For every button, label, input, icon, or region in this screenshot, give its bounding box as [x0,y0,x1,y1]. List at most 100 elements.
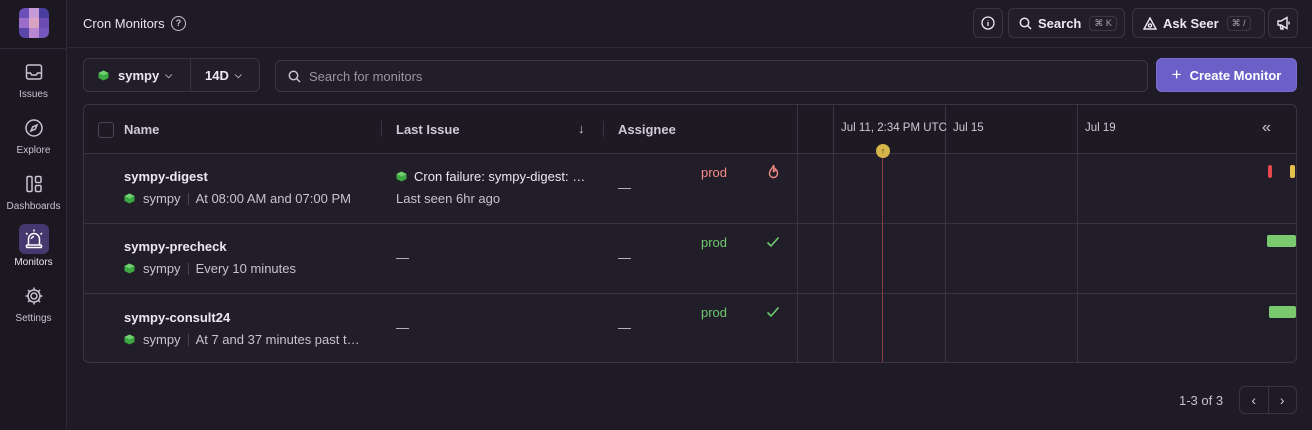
last-issue-value: — [396,320,409,335]
monitor-name[interactable]: sympy-digest [124,169,208,184]
gear-icon [20,282,48,310]
project-name: sympy [143,191,181,206]
monitor-project: sympy Every 10 minutes [124,261,296,276]
info-button[interactable] [973,8,1003,38]
ask-seer-label: Ask Seer [1163,15,1219,31]
timeline-label: Jul 19 [1085,122,1116,134]
timeline-label: Jul 15 [953,122,984,134]
pagination: ‹ › [1239,386,1297,414]
project-filter-button[interactable]: sympy ⌵ [84,59,191,91]
plus-icon: + [1171,65,1182,84]
divider [187,333,189,346]
project-cube-icon [98,70,109,80]
ask-seer-button[interactable]: Ask Seer ⌘ / [1132,8,1265,38]
sidebar-item-label: Monitors [14,257,53,268]
issue-last-seen: Last seen 6hr ago [396,191,501,206]
project-name: sympy [143,332,181,347]
last-issue-link[interactable]: Cron failure: sympy-digest: … [396,169,592,184]
broadcasts-button[interactable] [1268,8,1298,38]
checkmark-icon [766,236,780,248]
environment-label: prod [701,165,728,180]
project-cube-icon [124,263,135,274]
checkin-ok-bar [1267,235,1296,247]
sidebar-item-settings[interactable]: Settings [0,282,67,324]
monitor-schedule: Every 10 minutes [195,261,296,276]
monitors-table: Name Last Issue ↓ Assignee Jul 11, 2:34 … [83,104,1297,363]
fire-icon [768,164,779,179]
last-issue-value: — [396,250,409,265]
megaphone-icon [1276,16,1290,30]
top-header: Cron Monitors ? Search ⌘ K Ask Seer ⌘ / [67,0,1312,48]
monitor-name[interactable]: sympy-consult24 [124,310,230,325]
sidebar-item-label: Settings [15,313,52,324]
timeline-label: Jul 11, 2:34 PM UTC [841,122,947,134]
sidebar-item-monitors[interactable]: Monitors [0,224,67,268]
search-button-label: Search [1038,15,1082,31]
checkin-ok-bar [1269,306,1296,318]
sidebar-item-dashboards[interactable]: Dashboards [0,170,67,212]
monitor-name[interactable]: sympy-precheck [124,239,227,254]
table-row[interactable]: sympy-precheck sympy Every 10 minutes — … [84,224,1296,294]
sidebar-item-issues[interactable]: Issues [0,58,67,100]
project-cube-icon [124,193,135,204]
sidebar-divider [0,48,67,49]
period-filter-button[interactable]: 14D ⌵ [191,59,259,91]
project-cube-icon [396,171,407,182]
column-header-assignee[interactable]: Assignee [618,122,676,137]
seer-eye-icon [1143,16,1157,30]
sidebar-item-label: Explore [16,145,51,156]
sidebar-item-explore[interactable]: Explore [0,114,67,156]
sort-arrow-down-icon[interactable]: ↓ [578,121,585,136]
timeline-cursor-line [882,154,883,362]
environment-label: prod [701,235,728,250]
previous-page-button[interactable]: ‹ [1240,387,1268,413]
environment-label: prod [701,305,728,320]
monitor-project: sympy At 7 and 37 minutes past t… [124,332,360,347]
project-name: sympy [143,261,181,276]
monitor-search [275,60,1148,92]
page-title: Cron Monitors [83,16,165,31]
search-shortcut: ⌘ K [1089,15,1117,31]
divider [187,262,189,275]
period-filter-label: 14D [205,67,229,83]
column-header-name[interactable]: Name [124,122,159,137]
assignee-value: — [618,180,631,195]
checkin-missed-mark [1290,165,1295,178]
next-page-button[interactable]: › [1267,387,1297,413]
create-monitor-label: Create Monitor [1189,67,1282,83]
page-filter-bar: sympy ⌵ 14D ⌵ [83,58,260,92]
search-input[interactable] [309,68,1129,84]
info-icon [981,16,995,30]
search-icon [1019,17,1032,30]
pagination-caption: 1-3 of 3 [1179,393,1224,408]
column-header-last-issue[interactable]: Last Issue [396,122,460,137]
monitor-project: sympy At 08:00 AM and 07:00 PM [124,191,351,206]
divider [187,192,189,205]
chevron-left-icon: ‹ [1251,392,1257,408]
column-divider[interactable] [603,121,604,137]
dashboard-icon [20,170,48,198]
chevron-down-icon: ⌵ [165,69,173,80]
org-avatar[interactable] [19,8,49,38]
chevron-right-icon: › [1279,392,1285,408]
search-button[interactable]: Search ⌘ K [1008,8,1125,38]
sidebar: Issues Explore Dashboards Monitors Setti… [0,0,67,430]
project-filter-label: sympy [118,67,160,83]
project-cube-icon [124,334,135,345]
checkmark-icon [766,306,780,318]
siren-icon [18,224,49,254]
question-icon[interactable]: ? [171,16,186,31]
column-divider[interactable] [381,121,382,137]
inbox-icon [20,58,48,86]
chevron-down-icon: ⌵ [234,69,242,80]
search-icon [288,70,301,83]
create-monitor-button[interactable]: + Create Monitor [1156,58,1297,92]
assignee-value: — [618,320,631,335]
table-row[interactable]: sympy-digest sympy At 08:00 AM and 07:00… [84,154,1296,224]
release-marker-icon[interactable]: ↑ [876,144,890,158]
ask-seer-shortcut: ⌘ / [1226,15,1251,31]
collapse-timeline-icon[interactable]: « [1262,119,1271,137]
select-all-checkbox[interactable] [98,122,114,138]
compass-icon [20,114,48,142]
table-row[interactable]: sympy-consult24 sympy At 7 and 37 minute… [84,294,1296,362]
